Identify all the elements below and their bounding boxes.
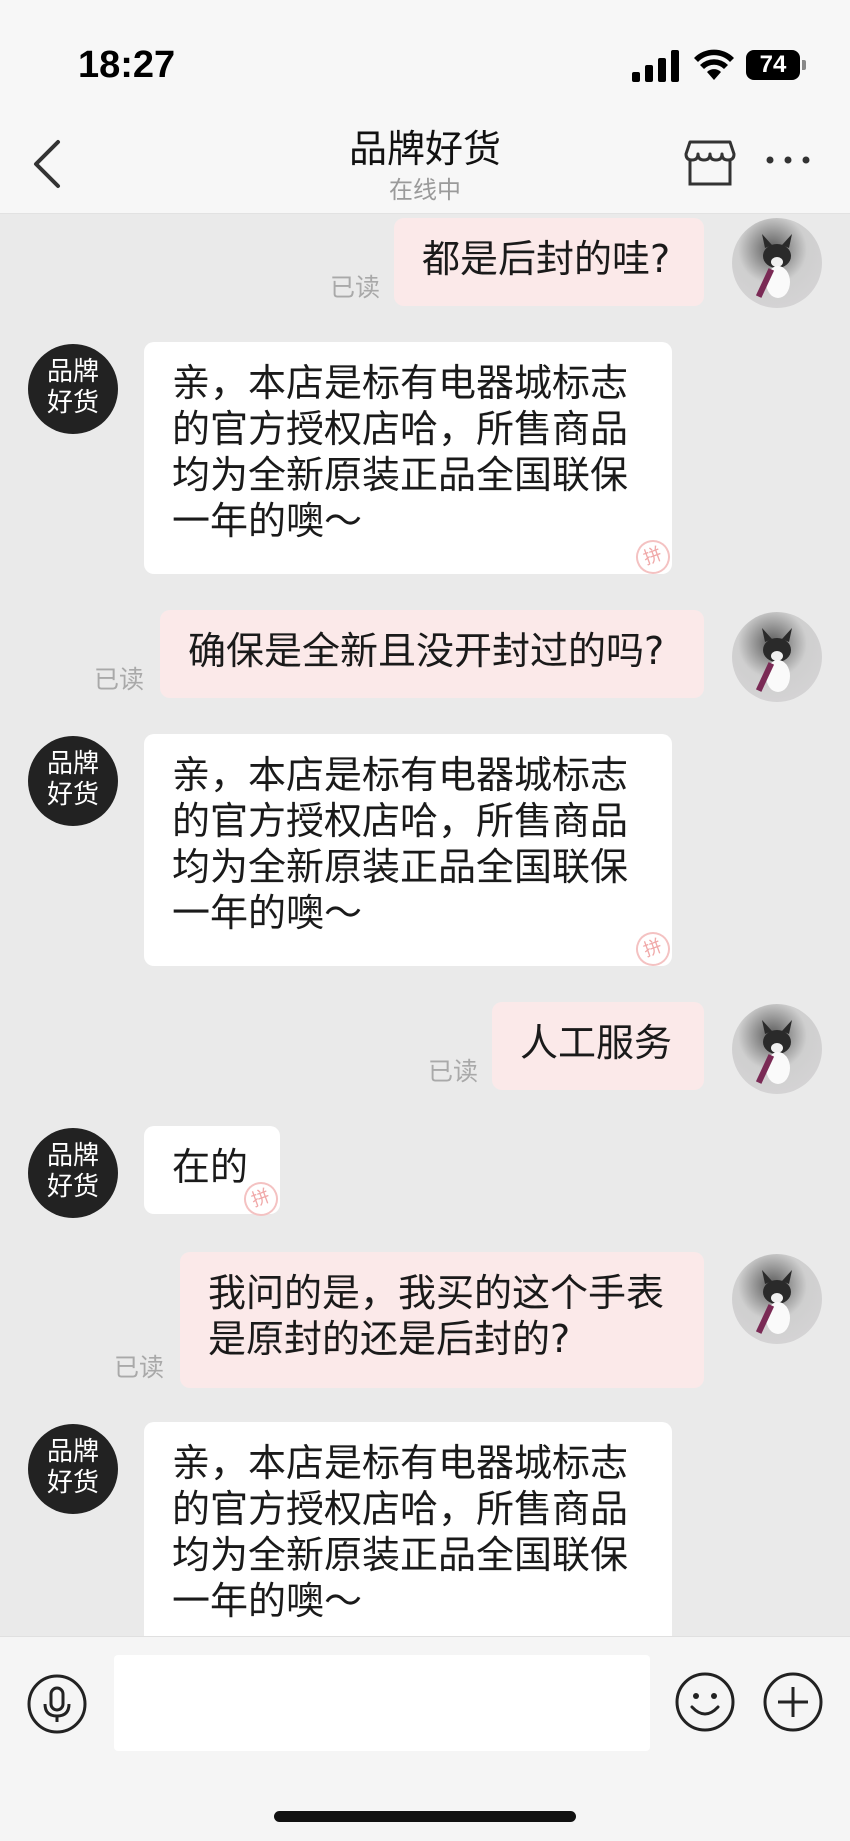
read-receipt: 已读 [330, 273, 381, 302]
shop-avatar-text: 品牌 好货 [46, 1141, 99, 1202]
user-avatar[interactable] [732, 612, 822, 702]
home-indicator [274, 1811, 576, 1822]
message-bubble[interactable]: 人工服务 [492, 1002, 704, 1090]
message-bubble[interactable]: 亲，本店是标有电器城标志 的官方授权店哈，所售商品 均为全新原装正品全国联保 一… [144, 1422, 672, 1636]
input-bar [0, 1636, 850, 1841]
read-receipt: 已读 [94, 665, 145, 694]
shop-avatar[interactable]: 品牌 好货 [28, 1424, 118, 1514]
wifi-icon [694, 49, 734, 80]
mic-icon[interactable] [26, 1673, 88, 1735]
more-icon[interactable] [764, 150, 812, 170]
chat-area[interactable]: 都是后封的哇? 已读 品牌 好货 亲，本店是标有电器城标志 的官方授权店哈，所售… [0, 214, 850, 1636]
shop-icon[interactable] [684, 138, 736, 188]
user-avatar[interactable] [732, 1004, 822, 1094]
shop-avatar-text: 品牌 好货 [46, 357, 99, 418]
message-bubble[interactable]: 我问的是，我买的这个手表 是原封的还是后封的? [180, 1252, 704, 1388]
status-bar: 18:27 74 [0, 0, 850, 110]
message-bubble[interactable]: 都是后封的哇? [394, 218, 704, 306]
status-time: 18:27 [78, 44, 176, 86]
read-receipt: 已读 [114, 1353, 165, 1382]
dog-avatar-icon [755, 1020, 792, 1084]
cellular-signal-icon [632, 50, 679, 82]
message-bubble[interactable]: 亲，本店是标有电器城标志 的官方授权店哈，所售商品 均为全新原装正品全国联保 一… [144, 342, 672, 574]
dog-avatar-icon [755, 628, 792, 692]
battery-indicator: 74 [746, 50, 806, 80]
shop-avatar-text: 品牌 好货 [46, 1437, 99, 1498]
message-bubble[interactable]: 亲，本店是标有电器城标志 的官方授权店哈，所售商品 均为全新原装正品全国联保 一… [144, 734, 672, 966]
nav-bar: 品牌好货 在线中 [0, 110, 850, 214]
shop-avatar[interactable]: 品牌 好货 [28, 344, 118, 434]
read-receipt: 已读 [428, 1057, 479, 1086]
message-input[interactable] [114, 1655, 650, 1751]
shop-avatar-text: 品牌 好货 [46, 749, 99, 810]
user-avatar[interactable] [732, 1254, 822, 1344]
emoji-icon[interactable] [674, 1671, 736, 1733]
shop-avatar[interactable]: 品牌 好货 [28, 736, 118, 826]
shop-avatar[interactable]: 品牌 好货 [28, 1128, 118, 1218]
dog-avatar-icon [755, 234, 792, 298]
dog-avatar-icon [755, 1270, 792, 1334]
message-bubble[interactable]: 确保是全新且没开封过的吗? [160, 610, 704, 698]
plus-icon[interactable] [762, 1671, 824, 1733]
user-avatar[interactable] [732, 218, 822, 308]
